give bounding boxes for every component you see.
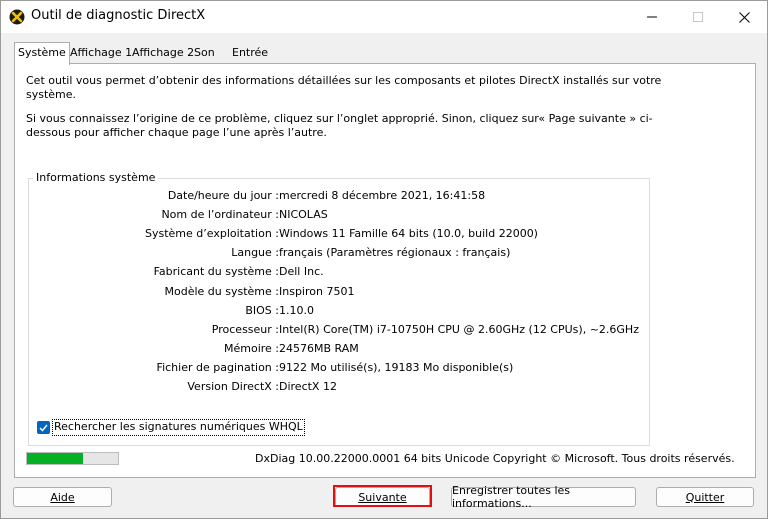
info-label: Langue : xyxy=(231,246,279,260)
minimize-button[interactable] xyxy=(629,1,675,33)
next-button-highlight xyxy=(333,485,432,507)
checkmark-icon xyxy=(39,424,48,432)
info-value: NICOLAS xyxy=(279,208,328,222)
dxdiag-window: Outil de diagnostic DirectX Système Affi… xyxy=(0,0,768,519)
info-row: Processeur : Intel(R) Core(TM) i7-10750H … xyxy=(29,323,649,339)
intro-text-2: Si vous connaissez l’origine de ce probl… xyxy=(26,112,653,139)
minimize-icon xyxy=(647,16,657,18)
maximize-button[interactable] xyxy=(675,1,721,33)
save-all-label: Enregistrer toutes les informations... xyxy=(452,484,570,510)
tab-affichage-1[interactable]: Affichage 1 xyxy=(67,44,135,63)
progress-fill xyxy=(27,453,83,464)
info-label: Système d’exploitation : xyxy=(145,227,279,241)
info-row: Version DirectX : DirectX 12 xyxy=(29,380,649,396)
info-row: Langue : français (Paramètres régionaux :… xyxy=(29,246,649,262)
whql-checkbox-label[interactable]: Rechercher les signatures numériques WHQ… xyxy=(52,419,305,436)
info-value: mercredi 8 décembre 2021, 16:41:58 xyxy=(279,189,486,202)
info-label: Fichier de pagination : xyxy=(156,360,279,374)
directx-icon xyxy=(9,9,25,25)
info-row: Mémoire :24576MB RAM xyxy=(29,342,649,358)
tab-affichage-2[interactable]: Affichage 2 xyxy=(129,44,197,63)
info-value: Inspiron 7501 xyxy=(279,284,355,298)
info-value: 1.10.0 xyxy=(279,303,314,317)
info-row: Nom de l’ordinateur : NICOLAS xyxy=(29,208,649,224)
maximize-icon xyxy=(693,12,703,22)
info-label: Date/heure du jour : xyxy=(167,189,279,202)
info-value: Intel(R) Core(TM) i7-10750H CPU @ 2.60GH… xyxy=(279,322,639,336)
quit-label: Quitter xyxy=(685,490,725,504)
info-value: 24576MB RAM xyxy=(279,341,359,355)
system-info-group: Informations système Date/heure du jour … xyxy=(28,171,650,446)
info-label: BIOS : xyxy=(245,303,279,317)
info-row: BIOS :1.10.0 xyxy=(29,304,649,320)
tab-son[interactable]: Son xyxy=(191,44,218,63)
quit-button[interactable]: Quitter xyxy=(656,487,754,507)
close-button[interactable] xyxy=(721,1,767,33)
help-label: Aide xyxy=(50,490,75,504)
info-value: Dell Inc. xyxy=(279,265,324,279)
info-row: Fichier de pagination :9122 Mo utilisé(s… xyxy=(29,361,649,377)
whql-checkbox[interactable] xyxy=(37,421,50,434)
progress-bar xyxy=(26,452,119,465)
info-label: Fabricant du système : xyxy=(153,265,279,279)
info-label: Mémoire : xyxy=(223,341,279,355)
info-value: français (Paramètres régionaux : françai… xyxy=(279,246,511,260)
title-bar[interactable]: Outil de diagnostic DirectX xyxy=(1,1,767,33)
system-tab-panel: Cet outil vous permet d’obtenir des info… xyxy=(14,63,756,478)
intro-text-1: Cet outil vous permet d’obtenir des info… xyxy=(26,74,662,101)
info-row: Fabricant du système : Dell Inc. xyxy=(29,265,649,281)
group-title: Informations système xyxy=(33,171,159,184)
close-icon xyxy=(738,11,750,23)
tab-systeme[interactable]: Système xyxy=(14,42,70,65)
copyright-text: DxDiag 10.00.22000.0001 64 bits Unicode … xyxy=(255,452,735,465)
info-row: Système d’exploitation : Windows 11 Famil… xyxy=(29,227,649,243)
info-label: Processeur : xyxy=(211,322,279,336)
info-label: Version DirectX : xyxy=(187,380,279,393)
info-value: DirectX 12 xyxy=(279,380,337,393)
info-value: Windows 11 Famille 64 bits (10.0, build … xyxy=(279,227,538,241)
info-label: Modèle du système : xyxy=(164,284,279,298)
save-all-button[interactable]: Enregistrer toutes les informations... xyxy=(451,484,636,510)
info-row: Modèle du système : Inspiron 7501 xyxy=(29,285,649,301)
help-button[interactable]: Aide xyxy=(13,487,112,507)
info-row: Date/heure du jour : mercredi 8 décembre … xyxy=(29,189,649,205)
info-label: Nom de l’ordinateur : xyxy=(161,208,279,222)
window-title: Outil de diagnostic DirectX xyxy=(31,8,206,23)
info-value: 9122 Mo utilisé(s), 19183 Mo disponible(… xyxy=(279,360,514,374)
tab-entree[interactable]: Entrée xyxy=(229,44,271,63)
